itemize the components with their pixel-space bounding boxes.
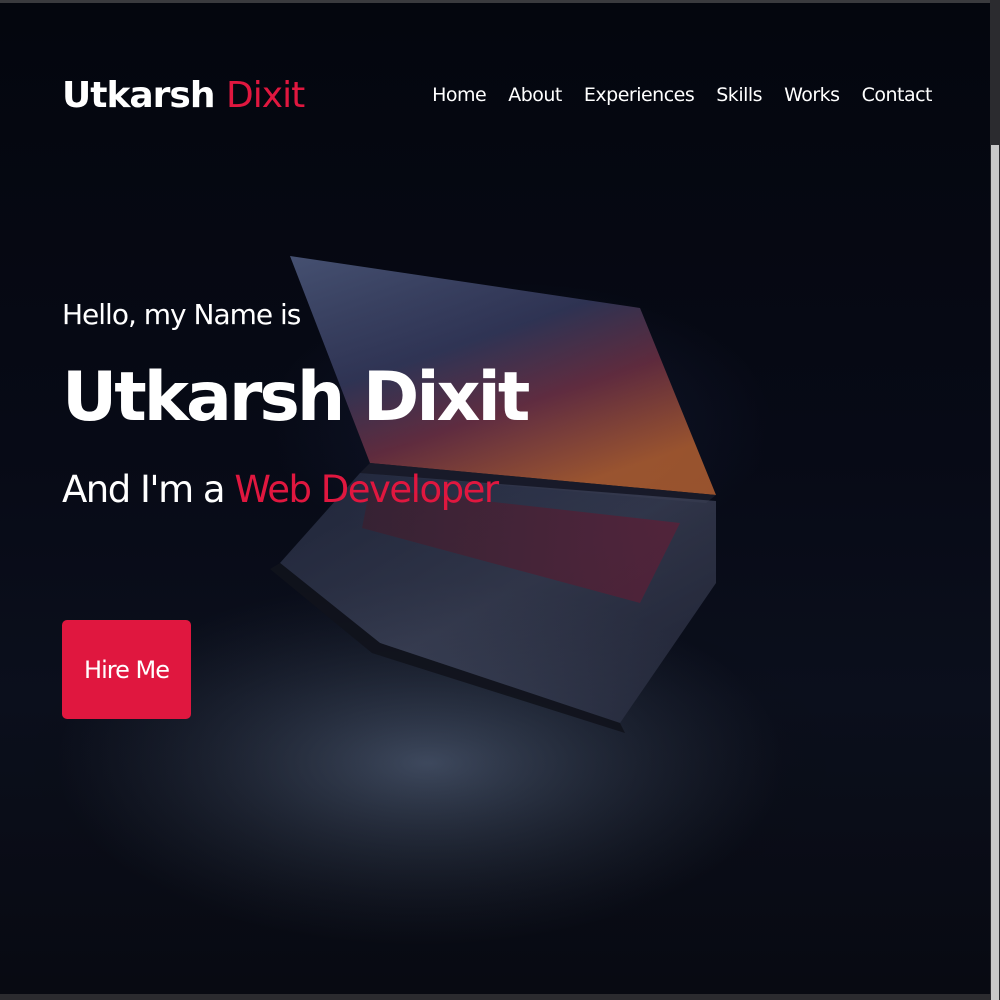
nav-item-about[interactable]: About (508, 84, 562, 106)
hero-section: Hello, my Name is Utkarsh Dixit And I'm … (62, 288, 662, 518)
role-prefix: And I'm a (62, 468, 235, 511)
navbar: Utkarsh Dixit Home About Experiences Ski… (62, 65, 933, 125)
site-logo[interactable]: Utkarsh Dixit (62, 74, 305, 116)
role-title: Web Developer (234, 468, 499, 511)
hire-me-button[interactable]: Hire Me (62, 620, 191, 719)
nav-item-skills[interactable]: Skills (716, 84, 762, 106)
scrollbar-thumb[interactable] (991, 145, 999, 1000)
nav-item-works[interactable]: Works (784, 84, 840, 106)
logo-last-name: Dixit (226, 74, 305, 116)
logo-first-name: Utkarsh (62, 74, 215, 116)
nav-item-experiences[interactable]: Experiences (584, 84, 695, 106)
nav-item-contact[interactable]: Contact (862, 84, 933, 106)
nav-item-home[interactable]: Home (432, 84, 487, 106)
nav-menu: Home About Experiences Skills Works Cont… (432, 84, 932, 106)
hero-role-line: And I'm a Web Developer (62, 462, 662, 518)
page-viewport: Utkarsh Dixit Home About Experiences Ski… (0, 0, 990, 994)
hero-greeting: Hello, my Name is (62, 298, 301, 331)
page-bottom-edge (0, 994, 990, 1000)
hero-name: Utkarsh Dixit (62, 358, 530, 437)
